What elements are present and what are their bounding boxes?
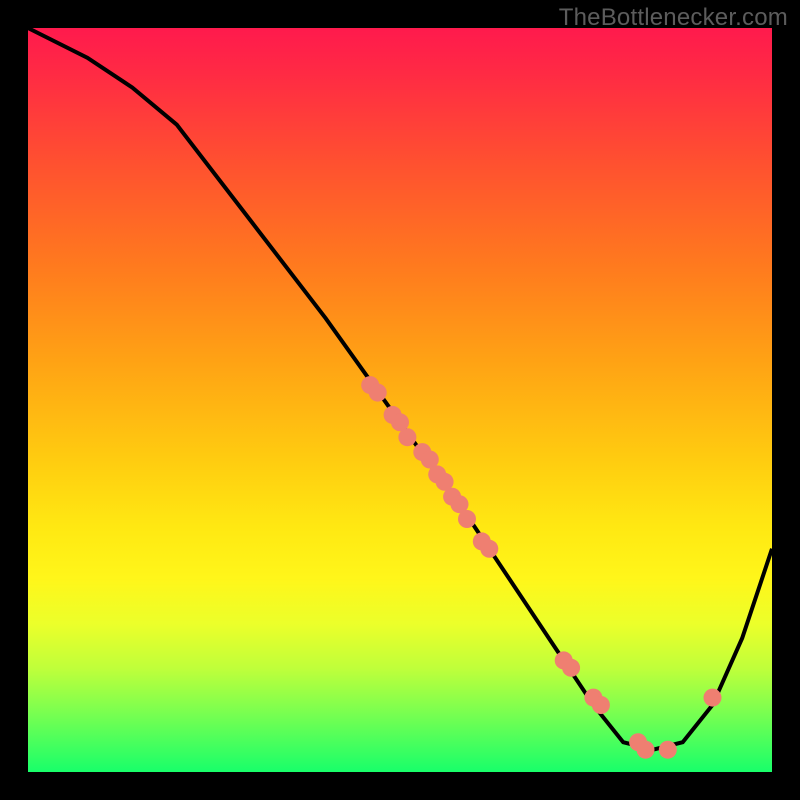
scatter-dot — [704, 689, 722, 707]
bottleneck-curve — [28, 28, 772, 750]
scatter-dot — [592, 696, 610, 714]
plot-area — [28, 28, 772, 772]
chart-frame: TheBottlenecker.com — [0, 0, 800, 800]
scatter-dot — [480, 540, 498, 558]
scatter-dot — [458, 510, 476, 528]
scatter-dot — [659, 741, 677, 759]
scatter-dot — [398, 428, 416, 446]
curve-svg — [28, 28, 772, 772]
scatter-points — [361, 376, 721, 759]
scatter-dot — [637, 741, 655, 759]
scatter-dot — [369, 384, 387, 402]
watermark-text: TheBottlenecker.com — [559, 4, 788, 32]
scatter-dot — [562, 659, 580, 677]
